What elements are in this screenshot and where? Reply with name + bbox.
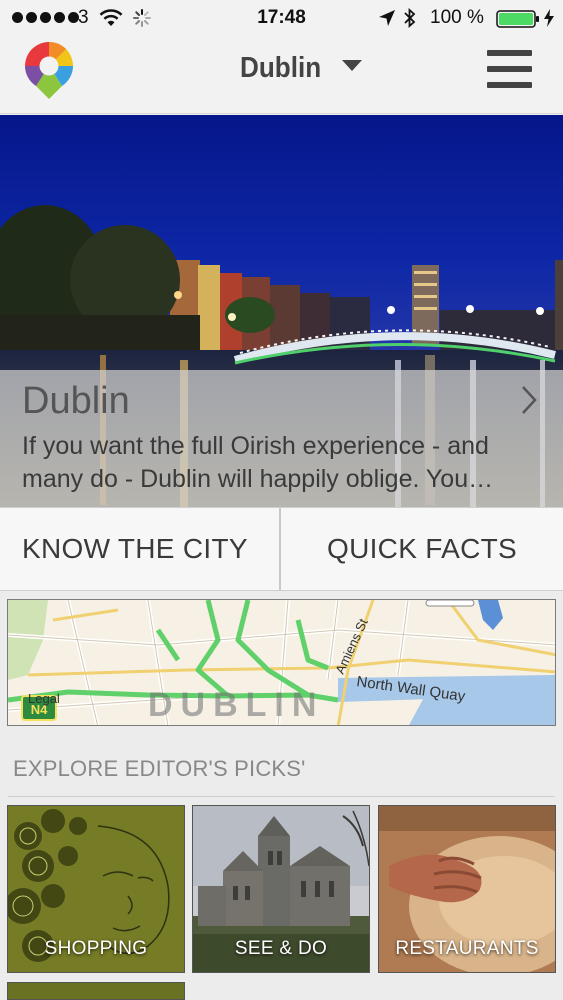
tab-know-the-city[interactable]: KNOW THE CITY	[0, 508, 281, 590]
city-map[interactable]: N4 Amiens St North Wall Quay Legal DUBLI…	[7, 599, 556, 726]
battery-percent: 100 %	[430, 7, 484, 28]
app-header: Dublin	[0, 36, 563, 114]
map-legal-link[interactable]: Legal	[28, 691, 60, 706]
pick-tile-shopping[interactable]: SHOPPING	[7, 805, 185, 973]
tab-quick-facts[interactable]: QUICK FACTS	[281, 508, 563, 590]
city-picker[interactable]: Dublin	[240, 50, 363, 86]
battery-icon	[496, 10, 540, 34]
city-intro-title: Dublin	[22, 380, 130, 422]
map-city-label: DUBLIN	[148, 686, 325, 724]
map-pin-logo-icon[interactable]	[22, 39, 76, 106]
city-picker-label: Dublin	[240, 51, 322, 84]
hamburger-menu-icon[interactable]	[487, 50, 532, 88]
editors-picks-title: EXPLORE EDITOR'S PICKS'	[13, 756, 306, 781]
bluetooth-icon	[403, 7, 417, 34]
charging-icon	[543, 9, 555, 33]
city-intro-card[interactable]: Dublin If you want the full Oirish exper…	[0, 370, 563, 507]
section-divider	[8, 796, 555, 797]
status-bar: 3 17:48 100 %	[0, 0, 563, 36]
pick-tile-label: RESTAURANTS	[395, 938, 539, 959]
city-hero: Dublin If you want the full Oirish exper…	[0, 115, 563, 507]
pick-tile-see-do[interactable]: SEE & DO	[192, 805, 370, 973]
pick-tile-restaurants[interactable]: RESTAURANTS	[378, 805, 556, 973]
pick-tile-partial[interactable]	[7, 982, 185, 1000]
city-info-tabs: KNOW THE CITY QUICK FACTS	[0, 507, 563, 591]
location-arrow-icon	[378, 9, 396, 33]
pick-tile-label: SEE & DO	[234, 938, 328, 959]
chevron-right-icon	[520, 385, 538, 420]
dropdown-caret-icon	[342, 59, 363, 77]
pick-tile-label: SHOPPING	[44, 938, 148, 959]
city-intro-description: If you want the full Oirish experience -…	[22, 432, 494, 493]
